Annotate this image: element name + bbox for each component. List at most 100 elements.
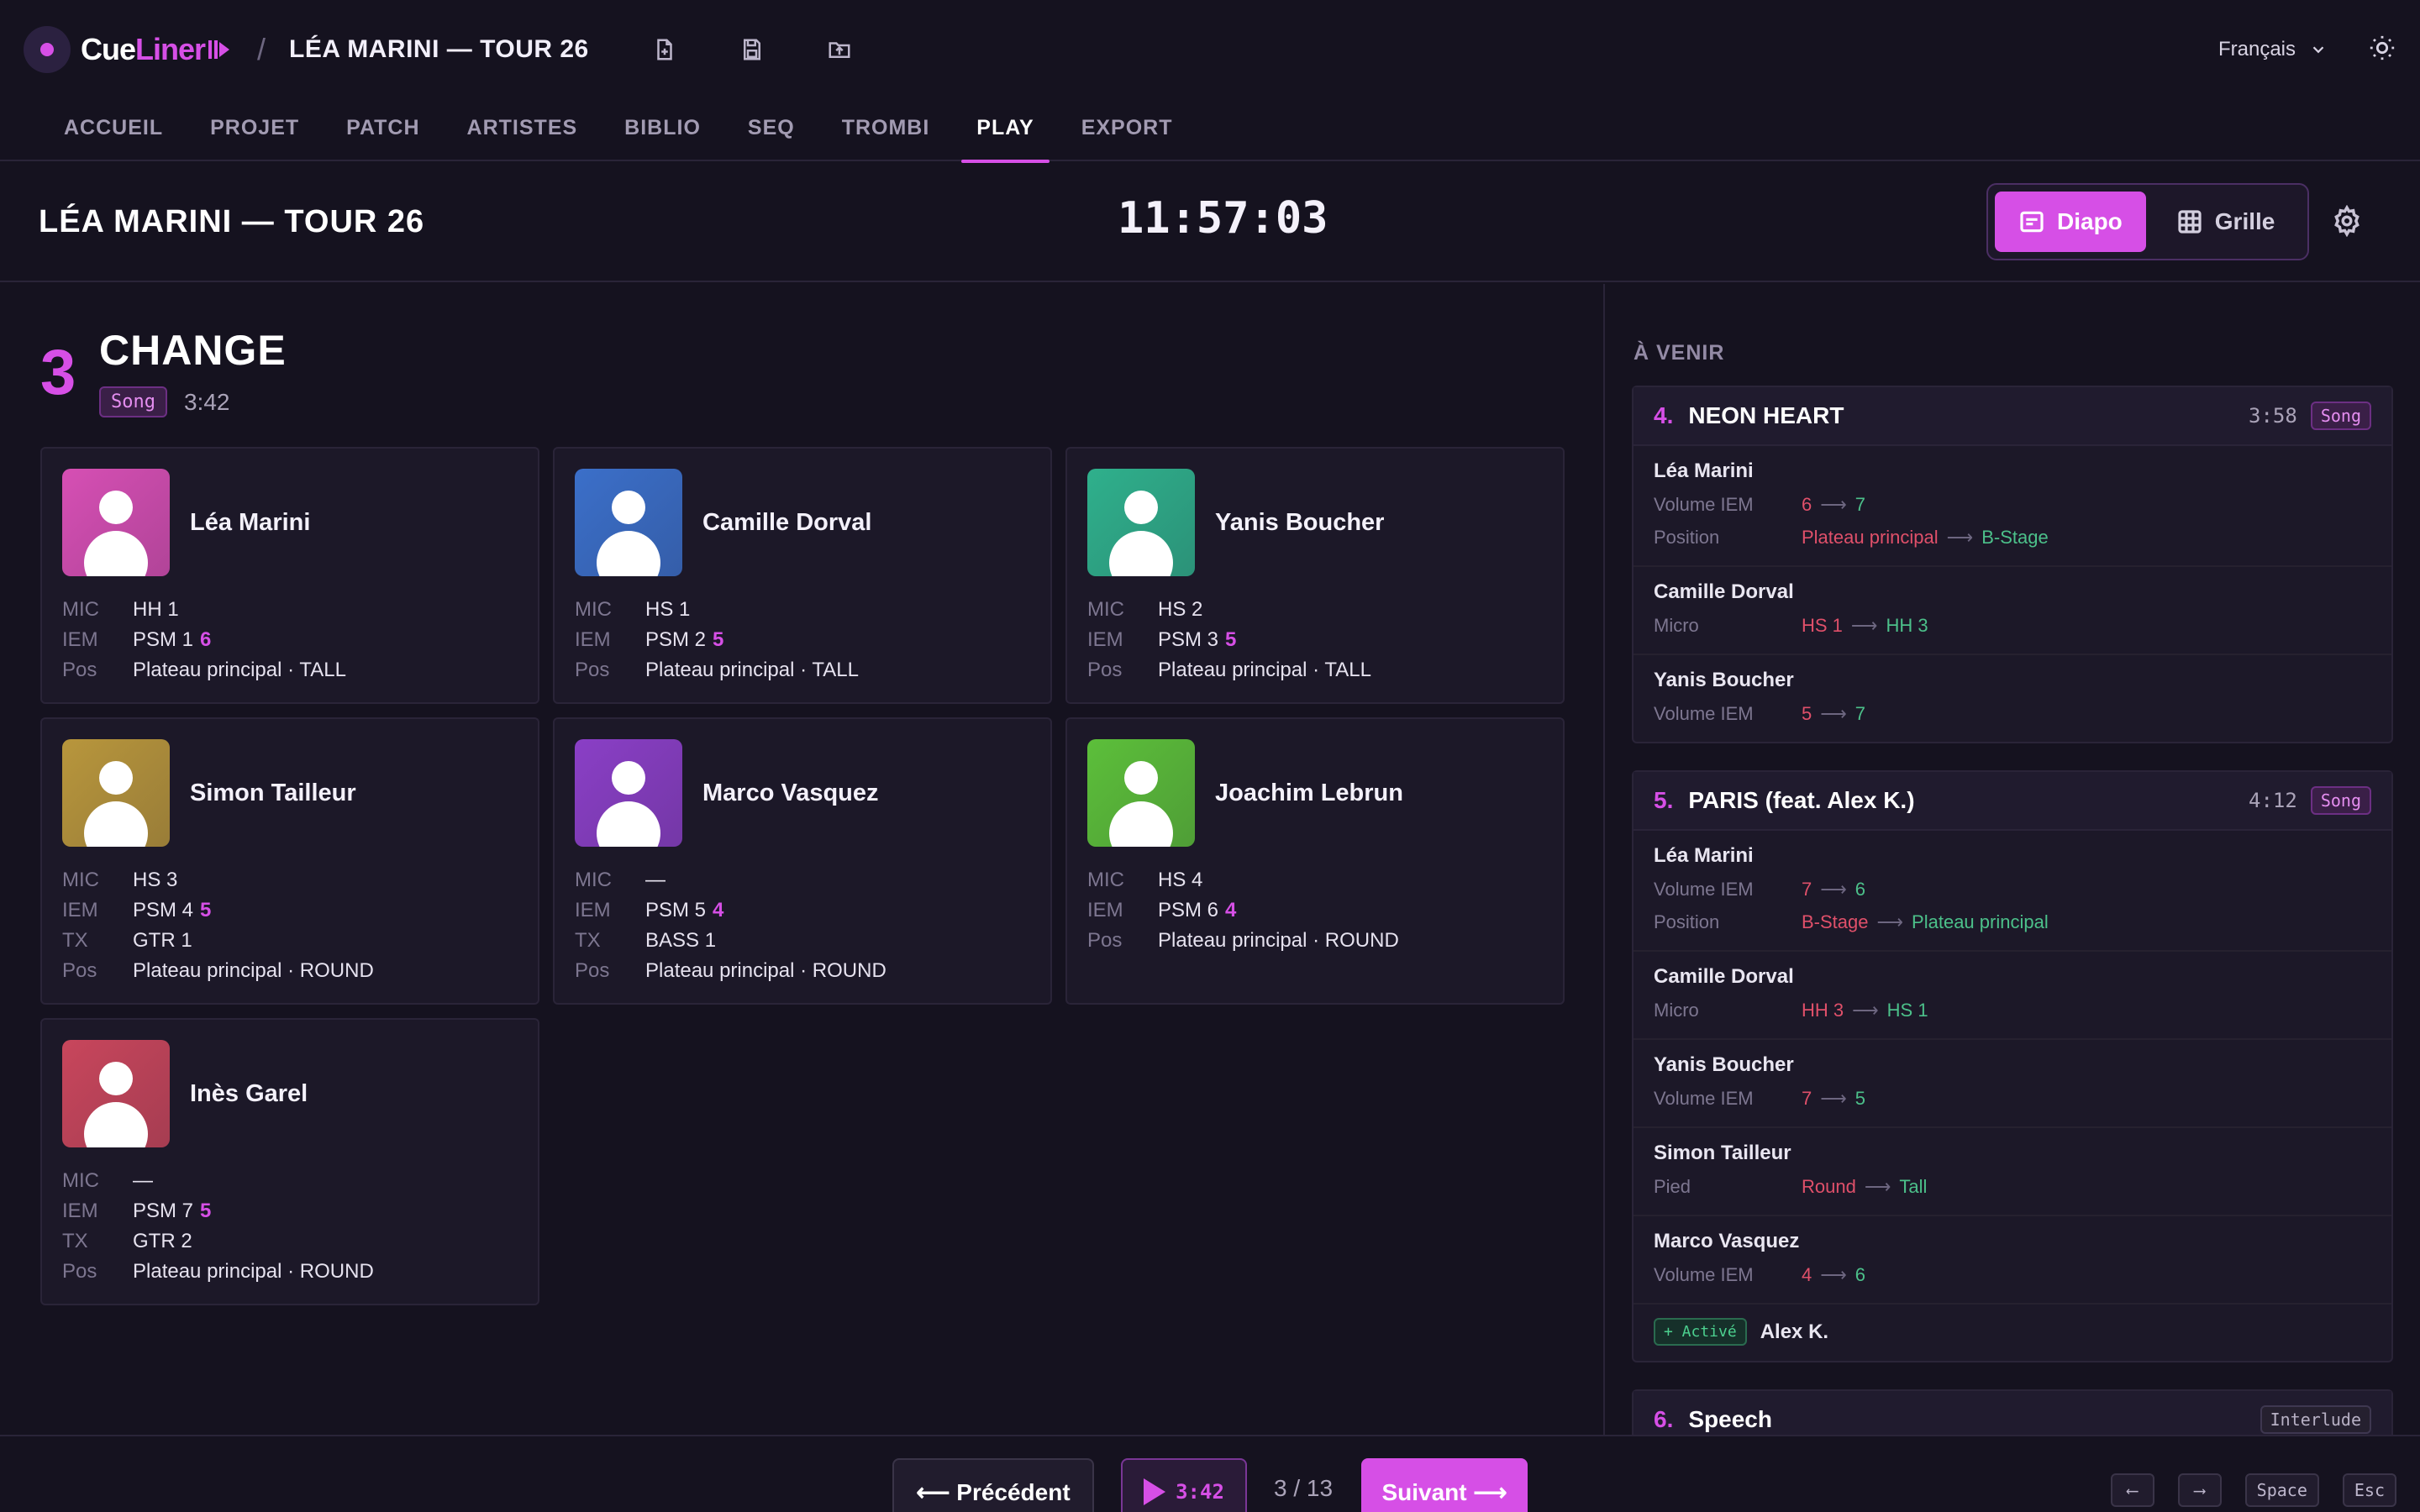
nav-tab-artistes[interactable]: ARTISTES (444, 101, 602, 161)
change-artist-name: Léa Marini (1654, 844, 1754, 867)
change-from: 6 (1802, 494, 1812, 515)
save-icon[interactable] (730, 28, 774, 71)
artist-card[interactable]: Yanis Boucher MIC HS 2 IEM PSM 3 5 Pos Plateau … (1065, 447, 1565, 704)
nav-tab-projet[interactable]: PROJET (187, 101, 323, 161)
nav-tab-seq[interactable]: SEQ (724, 101, 818, 161)
next-button[interactable]: Suivant ⟶ (1361, 1458, 1528, 1512)
open-folder-icon[interactable] (818, 28, 861, 71)
iem-volume: 5 (713, 628, 724, 651)
row-value: PSM 2 (645, 628, 707, 651)
artist-row-tx: TX GTR 1 (62, 926, 518, 956)
app-logo[interactable]: Cue Liner (81, 32, 230, 67)
change-to: 6 (1854, 879, 1866, 900)
upcoming-cue-card[interactable]: 5. PARIS (feat. Alex K.) 4:12 Song Léa Marin… (1632, 770, 2393, 1362)
nav-tab-biblio[interactable]: BIBLIO (601, 101, 724, 161)
activated-artist: + Activé Alex K. (1634, 1305, 2391, 1361)
avatar (62, 1040, 170, 1147)
row-label: MIC (1087, 869, 1124, 891)
artist-card[interactable]: Inès Garel MIC — IEM PSM 7 5 TX GTR 2 Pos Plateau… (40, 1018, 539, 1305)
artist-card[interactable]: Camille Dorval MIC HS 1 IEM PSM 2 5 Pos Plateau… (553, 447, 1052, 704)
upcoming-cue-card[interactable]: 6. Speech Interlude (1632, 1389, 2393, 1435)
row-label: Pos (575, 659, 610, 681)
nav-tab-patch[interactable]: PATCH (323, 101, 443, 161)
artist-card[interactable]: Joachim Lebrun MIC HS 4 IEM PSM 6 4 Pos Plateau… (1065, 717, 1565, 1005)
logo-text-cue: Cue (81, 32, 136, 66)
row-value: Plateau principal · TALL (133, 659, 346, 681)
row-label: IEM (62, 628, 98, 651)
artist-row-pos: Pos Plateau principal · ROUND (575, 956, 1030, 986)
artist-row-tx: TX BASS 1 (575, 926, 1030, 956)
avatar (1087, 469, 1195, 576)
change-row: Micro HH 3 ⟶ HS 1 (1654, 994, 2371, 1026)
upcoming-cue-header: 5. PARIS (feat. Alex K.) 4:12 Song (1634, 772, 2391, 831)
row-value: HS 4 (1158, 869, 1203, 891)
view-grille-label: Grille (2214, 208, 2275, 234)
artist-name: Léa Marini (190, 508, 311, 536)
nav-tab-accueil[interactable]: ACCUEIL (40, 101, 187, 161)
change-from: Plateau principal (1802, 527, 1939, 548)
row-label: IEM (1087, 628, 1123, 651)
arrow-right-icon: ⟶ (1820, 703, 1847, 724)
previous-button[interactable]: ⟵ Précédent (892, 1458, 1094, 1512)
upcoming-cue-type-badge: Song (2310, 402, 2371, 430)
row-value: PSM 7 (133, 1200, 194, 1222)
play-button[interactable]: 3:42 (1121, 1458, 1247, 1512)
nav-tab-play[interactable]: PLAY (953, 101, 1057, 163)
change-from: HS 1 (1802, 615, 1843, 636)
upcoming-cue-duration: 3:58 (2249, 404, 2297, 428)
view-grille-button[interactable]: Grille (2153, 192, 2299, 252)
shortcut-key: Space (2244, 1473, 2319, 1507)
row-label: Pos (62, 659, 97, 681)
artist-row-pos: Pos Plateau principal · TALL (62, 655, 518, 685)
artist-card-header: Camille Dorval (575, 469, 1030, 576)
row-value: HS 1 (645, 598, 691, 621)
artist-row-mic: MIC HS 2 (1087, 595, 1543, 625)
row-value: PSM 4 (133, 899, 194, 921)
language-select[interactable]: Français (2218, 38, 2328, 61)
slides-icon (2020, 211, 2044, 233)
row-label: TX (575, 929, 601, 952)
row-value: GTR 2 (133, 1230, 192, 1252)
artist-row-mic: MIC — (62, 1166, 518, 1196)
artist-card-header: Léa Marini (62, 469, 518, 576)
artist-row-pos: Pos Plateau principal · TALL (1087, 655, 1543, 685)
artist-row-tx: TX GTR 2 (62, 1226, 518, 1257)
nav-tab-export[interactable]: EXPORT (1058, 101, 1197, 161)
grid-icon (2178, 210, 2202, 234)
upcoming-cue-card[interactable]: 4. NEON HEART 3:58 Song Léa Marini Volume IEM… (1632, 386, 2393, 743)
cue-pager: 3 / 13 (1274, 1475, 1334, 1501)
artist-change-group: Yanis Boucher Volume IEM 7 ⟶ 5 (1634, 1040, 2391, 1128)
change-to: Plateau principal (1912, 911, 2049, 932)
avatar (575, 469, 682, 576)
app-logo-icon[interactable] (24, 26, 71, 73)
change-artist-name: Simon Tailleur (1654, 1142, 1791, 1164)
artist-card[interactable]: Simon Tailleur MIC HS 3 IEM PSM 4 5 TX GTR 1 Pos… (40, 717, 539, 1005)
change-label: Pied (1654, 1176, 1691, 1197)
change-row: Volume IEM 7 ⟶ 5 (1654, 1082, 2371, 1115)
artist-row-mic: MIC HS 4 (1087, 865, 1543, 895)
settings-gear-icon[interactable] (2331, 204, 2363, 241)
row-value: HS 3 (133, 869, 178, 891)
artist-change-group: Marco Vasquez Volume IEM 4 ⟶ 6 (1634, 1216, 2391, 1305)
new-file-icon[interactable] (643, 28, 687, 71)
clock: 11:57:03 (1118, 193, 1328, 244)
iem-volume: 5 (200, 899, 212, 921)
change-to: B-Stage (1981, 527, 2049, 548)
artist-change-group: Camille Dorval Micro HS 1 ⟶ HH 3 (1634, 567, 2391, 655)
change-label: Volume IEM (1654, 1088, 1754, 1109)
change-artist-name: Léa Marini (1654, 459, 1754, 482)
row-value: Plateau principal · ROUND (1158, 929, 1399, 952)
row-value: — (645, 869, 666, 891)
artist-card[interactable]: Léa Marini MIC HH 1 IEM PSM 1 6 Pos Plateau pri… (40, 447, 539, 704)
row-label: Pos (62, 959, 97, 982)
current-cue-panel: 3 CHANGE Song 3:42 Léa Marini MIC HH 1 IEM P… (0, 284, 1603, 1435)
row-label: TX (62, 929, 88, 952)
artist-row-iem: IEM PSM 5 4 (575, 895, 1030, 926)
nav-tab-trombi[interactable]: TROMBI (818, 101, 954, 161)
view-diapo-button[interactable]: Diapo (1995, 192, 2146, 252)
change-label: Volume IEM (1654, 494, 1754, 515)
theme-toggle-sun-icon[interactable] (2368, 34, 2396, 66)
change-row: Volume IEM 5 ⟶ 7 (1654, 697, 2371, 730)
artist-card[interactable]: Marco Vasquez MIC — IEM PSM 5 4 TX BASS 1 Pos Pla… (553, 717, 1052, 1005)
row-label: IEM (1087, 899, 1123, 921)
